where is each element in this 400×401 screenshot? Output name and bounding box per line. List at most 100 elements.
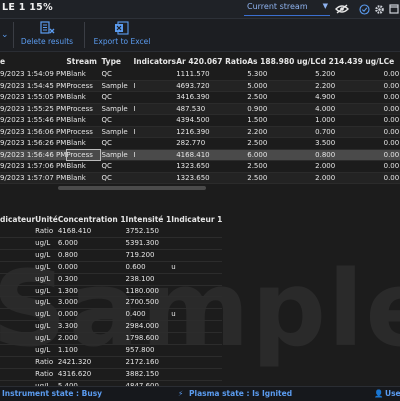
cell-time: 9/2023 1:56:46 PM <box>0 150 67 159</box>
results-table: e Stream Type Indicators Ar 420.067 Rati… <box>0 53 400 184</box>
window-title: LE 1 15% <box>2 2 53 13</box>
cell-ce: 0.00 <box>383 104 400 113</box>
cell-as: 2.500 <box>247 93 268 101</box>
cell-indicator <box>0 297 35 309</box>
table-row[interactable]: 9/2023 1:57:06 PM Blank QC 1323.650 2.50… <box>0 161 400 172</box>
cell-stream: Process <box>66 81 93 90</box>
cell-indicator-1: u <box>171 310 176 319</box>
detail-row[interactable]: ug/L 0.800 719.200 <box>0 249 223 262</box>
detail-row[interactable]: Ratio 4316.620 3882.150 <box>0 368 223 381</box>
detail-row[interactable]: ug/L 2.000 1798.600 <box>0 333 223 345</box>
column-header[interactable]: Ce <box>384 53 400 69</box>
excel-icon <box>115 21 129 35</box>
cell-stream: Blank <box>66 139 86 147</box>
delete-results-button[interactable]: Delete results <box>20 21 74 49</box>
cell-indicator-1 <box>171 273 222 285</box>
detail-row[interactable]: ug/L 1.100 957.800 <box>0 345 223 357</box>
cell-unit: ug/L <box>35 322 51 331</box>
column-header[interactable]: Indicateur 1 <box>171 212 222 226</box>
scrollbar-thumb[interactable] <box>58 186 206 190</box>
horizontal-scrollbar[interactable]: ◂ <box>0 184 400 192</box>
cell-indicator <box>0 285 35 297</box>
detail-row[interactable]: ug/L 3.300 2984.000 <box>0 321 223 333</box>
column-header[interactable]: Cd 214.439 ug/L <box>315 53 383 69</box>
export-excel-button[interactable]: Export to Excel <box>94 21 150 49</box>
cell-as: 1.500 <box>247 116 268 124</box>
cell-indicator-1 <box>171 333 222 345</box>
column-header[interactable]: Ar 420.067 Ratio <box>176 53 247 69</box>
cell-cd: 4.000 <box>315 104 336 113</box>
cell-ar: 1323.650 <box>176 173 210 182</box>
delete-results-label: Delete results <box>20 37 74 46</box>
cell-indicators <box>133 69 176 80</box>
cell-indicators <box>133 115 176 127</box>
column-header[interactable]: As 188.980 ug/L <box>247 53 315 69</box>
cell-cd: 2.000 <box>315 162 336 170</box>
cell-unit: ug/L <box>35 250 51 259</box>
check-circle-icon[interactable] <box>356 1 372 17</box>
cell-as: 5.000 <box>247 81 268 90</box>
column-header[interactable]: Indicators <box>133 53 176 69</box>
title-bar: LE 1 15% Current stream ▼ <box>0 0 400 19</box>
cell-unit: ug/L <box>35 274 51 283</box>
column-header[interactable]: Type <box>101 53 133 69</box>
cell-intensity: 5391.300 <box>125 238 159 247</box>
detail-row[interactable]: ug/L 0.000 0.400 u <box>0 309 223 321</box>
cell-concentration: 2421.320 <box>57 357 92 366</box>
cell-intensity: 1798.600 <box>125 334 159 343</box>
cell-time: 9/2023 1:57:07 PM <box>0 173 67 182</box>
table-row-selected[interactable]: 9/2023 1:56:46 PM Process Sample I 4168.… <box>0 149 400 161</box>
cell-as: 5.300 <box>247 70 268 78</box>
cell-unit: ug/L <box>35 262 51 271</box>
detail-row[interactable]: ug/L 3.000 2700.500 <box>0 297 223 309</box>
gear-icon[interactable] <box>371 1 387 17</box>
table-row[interactable]: 9/2023 1:56:26 PM Blank QC 282.770 2.500… <box>0 138 400 150</box>
cell-time: 9/2023 1:57:06 PM <box>0 162 67 170</box>
cell-intensity: 2984.000 <box>125 322 159 331</box>
cell-type: QC <box>101 139 112 147</box>
eye-off-icon[interactable] <box>334 1 350 17</box>
user-icon[interactable]: 👤 <box>374 389 384 398</box>
table-row[interactable]: 9/2023 1:55:46 PM Blank QC 4394.500 1.50… <box>0 115 400 127</box>
detail-row[interactable]: ug/L 0.300 238.100 <box>0 273 223 286</box>
column-header[interactable]: Intensité 1 <box>126 212 172 226</box>
window-icon[interactable] <box>386 1 400 17</box>
detail-row[interactable]: ug/L 0.000 0.600 u <box>0 261 223 274</box>
detail-row[interactable]: ug/L 1.300 1180.000 <box>0 285 223 297</box>
cell-intensity: 719.200 <box>125 250 155 259</box>
column-header[interactable]: e <box>0 53 66 69</box>
detail-row[interactable]: Ratio 2421.320 2172.160 <box>0 356 223 369</box>
detail-row[interactable]: Ratio 4168.410 3752.150 <box>0 226 223 238</box>
column-header[interactable]: Concentration 1 <box>58 212 126 226</box>
cell-cd: 2.200 <box>315 81 336 90</box>
detail-row[interactable]: ug/L 6.000 5391.300 <box>0 237 223 250</box>
table-row[interactable]: 9/2023 1:57:07 PM Blank QC 1323.650 2.50… <box>0 172 400 184</box>
column-header[interactable]: Unité <box>35 212 58 226</box>
cell-indicator <box>0 226 35 237</box>
table-row[interactable]: 9/2023 1:54:09 PM Blank QC 1111.570 5.30… <box>0 69 400 80</box>
cell-concentration: 4168.410 <box>57 227 92 235</box>
cell-indicators: I <box>133 81 136 90</box>
cell-ce: 0.00 <box>383 139 400 147</box>
table-row[interactable]: 9/2023 1:56:06 PM Process Sample I 1216.… <box>0 126 400 138</box>
user-label[interactable]: User <box>385 389 400 398</box>
cell-type: QC <box>101 173 112 182</box>
cell-type: Sample <box>101 127 128 136</box>
cell-ar: 4394.500 <box>176 116 210 124</box>
cell-concentration: 0.000 <box>57 310 78 319</box>
instrument-state: Instrument state : Busy <box>2 389 103 398</box>
stream-select[interactable]: Current stream ▼ <box>244 1 330 16</box>
cell-unit: Ratio <box>35 369 54 378</box>
table-row[interactable]: 9/2023 1:55:05 PM Blank QC 3416.390 2.50… <box>0 92 400 103</box>
cell-ce: 0.00 <box>383 173 400 182</box>
cell-indicators <box>133 138 176 150</box>
column-header[interactable]: Stream <box>66 53 101 69</box>
table-row[interactable]: 9/2023 1:55:25 PM Process Sample I 487.5… <box>0 103 400 115</box>
table-row[interactable]: 9/2023 1:54:45 PM Process Sample I 4693.… <box>0 80 400 92</box>
cell-indicator <box>0 356 35 368</box>
cell-concentration: 2.000 <box>57 334 78 343</box>
column-header[interactable]: dicateur <box>0 212 35 226</box>
chevron-down-icon[interactable]: ⌄ <box>1 30 9 40</box>
cell-intensity: 2172.160 <box>125 357 159 366</box>
cell-as: 0.900 <box>247 104 268 113</box>
